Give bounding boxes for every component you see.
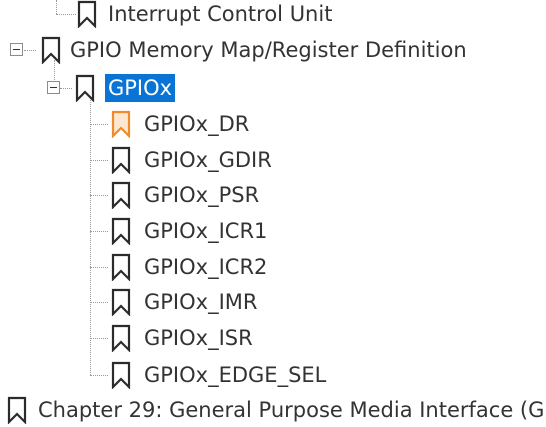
tree-item-label: GPIOx_ISR	[144, 326, 253, 350]
tree-item-label: GPIO Memory Map/Register Definition	[70, 38, 467, 62]
tree-item-label: GPIOx_EDGE_SEL	[144, 363, 327, 387]
tree-connector	[90, 267, 108, 268]
tree-item-gpiox-isr[interactable]: GPIOx_ISR	[110, 321, 253, 355]
tree-connector	[56, 0, 57, 14]
bookmark-icon	[111, 253, 131, 281]
bookmark-icon	[111, 146, 131, 174]
bookmarks-tree: Interrupt Control Unit GPIO Memory Map/R…	[0, 0, 546, 424]
tree-item-gpiox-icr1[interactable]: GPIOx_ICR1	[110, 214, 267, 248]
tree-item-gpiox-edge-sel[interactable]: GPIOx_EDGE_SEL	[110, 358, 326, 392]
tree-connector	[56, 14, 76, 15]
tree-item-label: GPIOx_ICR1	[144, 219, 268, 243]
bookmark-icon	[111, 181, 131, 209]
tree-connector	[90, 96, 91, 375]
bookmark-icon	[111, 288, 131, 316]
tree-connector	[24, 50, 36, 51]
bookmark-active-icon	[111, 110, 131, 138]
tree-connector	[90, 124, 108, 125]
tree-connector	[90, 338, 108, 339]
bookmark-icon	[75, 74, 95, 102]
tree-item-gpiox-psr[interactable]: GPIOx_PSR	[110, 178, 259, 212]
tree-item-label: Interrupt Control Unit	[108, 2, 333, 26]
tree-item-label: GPIOx_IMR	[144, 290, 258, 314]
tree-item-interrupt-control-unit[interactable]: Interrupt Control Unit	[76, 0, 332, 31]
collapse-toggle-gpiox[interactable]	[47, 81, 60, 94]
bookmark-icon	[41, 36, 61, 64]
tree-item-label: GPIOx_DR	[144, 112, 250, 136]
bookmark-icon	[111, 324, 131, 352]
tree-item-gpiox-dr[interactable]: GPIOx_DR	[110, 107, 249, 141]
tree-item-gpiox-icr2[interactable]: GPIOx_ICR2	[110, 250, 267, 284]
tree-item-label: GPIOx_PSR	[144, 183, 260, 207]
tree-item-label-selected: GPIOx	[105, 74, 176, 102]
bookmark-icon	[77, 0, 97, 28]
bookmark-icon	[111, 217, 131, 245]
bookmark-icon	[111, 361, 131, 389]
tree-item-label: GPIOx_GDIR	[144, 148, 272, 172]
tree-connector	[90, 302, 108, 303]
tree-item-label: GPIOx_ICR2	[144, 255, 268, 279]
tree-connector	[90, 375, 108, 376]
tree-item-gpio-memory-map[interactable]: GPIO Memory Map/Register Definition	[40, 33, 467, 67]
tree-item-label: Chapter 29: General Purpose Media Interf…	[38, 398, 545, 422]
tree-connector	[90, 231, 108, 232]
collapse-toggle-gpio-memory-map[interactable]	[10, 43, 23, 56]
tree-connector	[60, 88, 72, 89]
tree-connector	[90, 160, 108, 161]
tree-item-gpiox-imr[interactable]: GPIOx_IMR	[110, 285, 258, 319]
bookmark-icon	[7, 396, 27, 424]
tree-item-gpiox-gdir[interactable]: GPIOx_GDIR	[110, 143, 272, 177]
tree-connector	[90, 195, 108, 196]
tree-item-gpiox[interactable]: GPIOx	[74, 71, 176, 105]
